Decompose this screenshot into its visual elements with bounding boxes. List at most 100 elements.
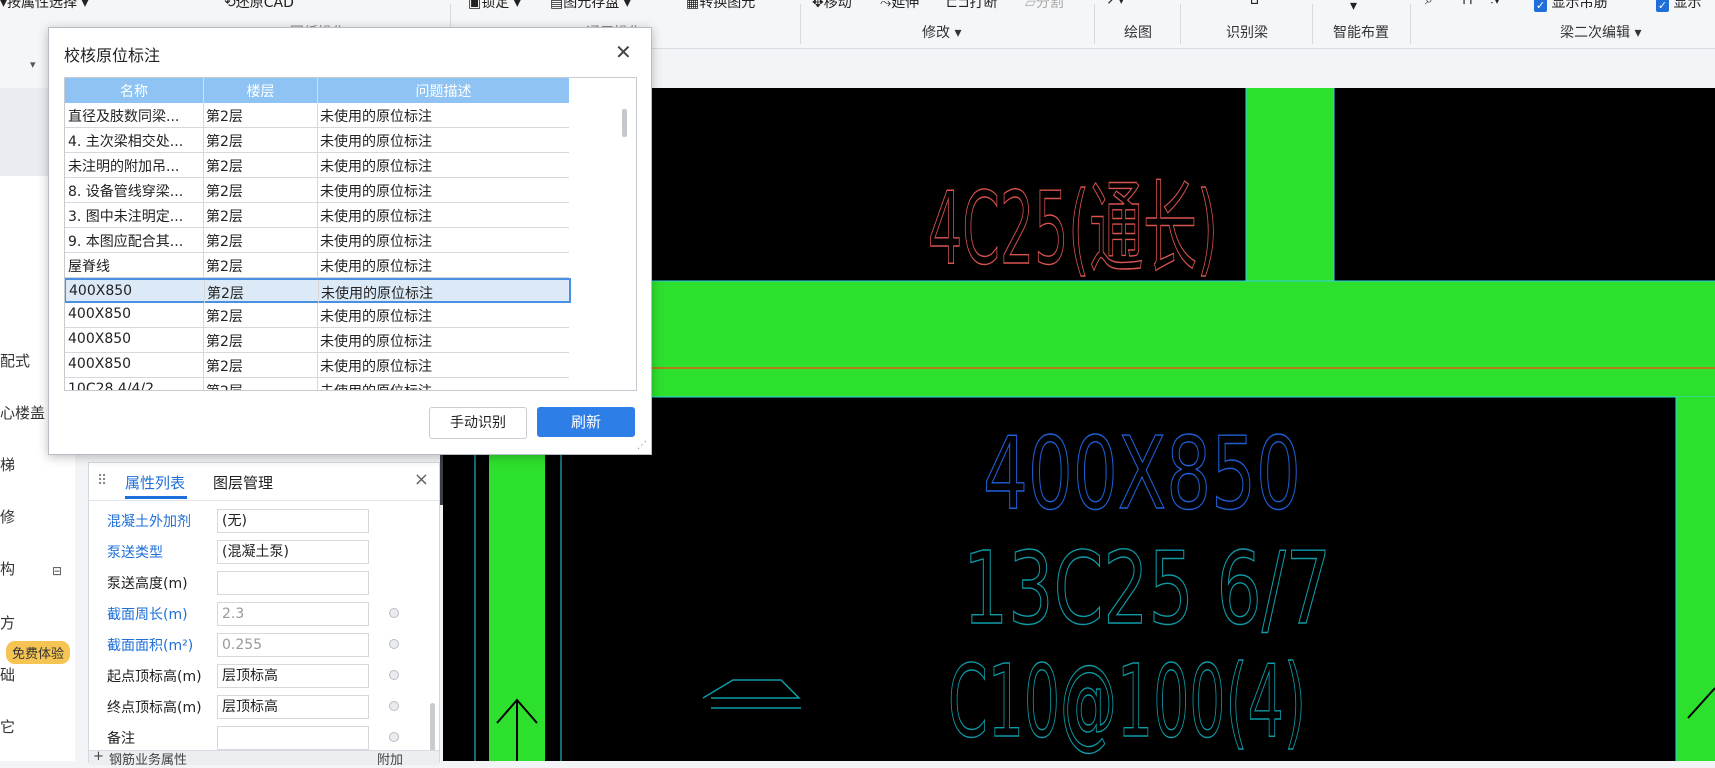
table-row[interactable]: 9. 本图应配合其... 第2层 未使用的原位标注 [65,228,569,253]
cell-name: 直径及肢数同梁... [68,109,180,125]
split-button[interactable]: ▱分割 [1025,0,1064,12]
show-hanger-checkbox[interactable]: ✓ 显示吊筋 [1534,0,1607,12]
show-checkbox[interactable]: ✓ 显示 [1656,0,1701,12]
chevron-down-icon: ▾ [513,0,521,11]
cell-name: 屋脊线 [68,259,110,275]
split-icon: ▱ [1025,0,1036,11]
table-row[interactable]: 400X850 第2层 未使用的原位标注 [65,303,569,328]
nav-item-3[interactable]: 梯 [0,454,15,475]
extend-button[interactable]: ⤳延伸 [880,0,919,12]
rebar-business-attr[interactable]: 钢筋业务属性 [109,749,187,768]
column-separator [317,378,318,390]
convert-element-button[interactable]: ▦转换图元 [686,0,755,12]
property-value-field[interactable]: 0.255 [217,633,369,657]
expand-icon[interactable]: + [93,749,104,764]
property-value-field[interactable]: 2.3 [217,602,369,626]
close-icon[interactable]: ✕ [615,40,632,64]
attachment-label: 附加 [377,753,404,768]
chevron-down-icon[interactable]: ▾ [30,58,36,71]
nav-item-5[interactable]: 构 [0,558,15,579]
move-button[interactable]: ✥移动 [812,0,852,12]
smart-layout-arrow[interactable]: ▾ [1350,0,1357,14]
cell-name: 8. 设备管线穿梁... [68,184,184,200]
column-header-issue[interactable]: 问题描述 [318,81,569,101]
nav-item-7[interactable]: 础 [0,664,15,685]
cell-issue: 未使用的原位标注 [320,234,432,250]
close-icon[interactable]: × [414,469,429,490]
property-label: 泵送类型 [107,545,163,561]
column-separator [203,303,204,327]
drag-handle-icon[interactable]: ⠿ [97,473,107,489]
cell-floor: 第2层 [206,109,243,125]
group-smart-layout[interactable]: 智能布置 [1333,22,1389,42]
lock-button[interactable]: ▣锁定 ▾ [468,0,521,12]
identify-beam-icon-button[interactable]: ⌂ [1250,0,1259,8]
beam-tool-icon-2[interactable]: ⊓ [1462,0,1473,8]
column-header-floor[interactable]: 楼层 [204,81,317,101]
property-value-field[interactable] [217,726,369,750]
property-footer: + 钢筋业务属性 附加 [89,749,439,768]
chevron-down-icon: ▾ [1350,0,1358,14]
table-row[interactable]: 400X850 第2层 未使用的原位标注 [65,278,571,304]
group-beam-secondary-edit: 梁二次编辑 ▾ [1560,25,1642,41]
nav-item-4[interactable]: 修 [0,506,15,527]
free-trial-badge[interactable]: 免费体验 [6,641,71,664]
tab-layer-management[interactable]: 图层管理 [213,472,273,493]
table-row[interactable]: 3. 图中未注明定... 第2层 未使用的原位标注 [65,203,569,228]
tab-property-list[interactable]: 属性列表 [125,472,185,493]
extend-icon: ⤳ [880,0,892,11]
cell-name: 400X850 [68,306,132,322]
draw-tool-button[interactable]: ↗▾ [1106,0,1125,8]
table-scrollbar[interactable] [622,109,627,137]
beam-tool-icon-3[interactable]: ⫶▾ [1490,0,1501,8]
nav-item-1[interactable]: 配式 [0,350,30,371]
table-row[interactable]: 未注明的附加吊... 第2层 未使用的原位标注 [65,153,569,178]
break-button[interactable]: ⊏⊐打断 [946,0,997,12]
nav-item-2[interactable]: 心楼盖 [0,402,45,423]
radio-icon[interactable] [389,701,399,711]
beam-tool-icon[interactable]: ⌕ [1425,0,1433,8]
property-label: 起点顶标高(m) [107,669,202,685]
restore-cad-button[interactable]: ⟲还原CAD [224,0,294,12]
table-row[interactable]: 400X850 第2层 未使用的原位标注 [65,328,569,353]
table-header: 名称 楼层 问题描述 [65,78,569,103]
cell-name: 400X850 [68,356,132,372]
table-row[interactable]: 10C28 4/4/2 第2层未使用的原位标注 [65,378,569,390]
cad-text-top-rebar[interactable]: 4C25(通长) [927,169,1218,287]
column-separator [203,378,204,390]
cell-name: 未注明的附加吊... [68,159,180,175]
radio-icon[interactable] [389,608,399,618]
nav-item-6[interactable]: 方 [0,612,15,633]
radio-icon[interactable] [389,732,399,742]
property-value-field[interactable]: 层顶标高 [217,664,369,688]
nav-item-8[interactable]: 它 [0,716,15,737]
manual-identify-button[interactable]: 手动识别 [429,407,527,439]
beam-vertical-top[interactable] [1246,88,1334,281]
property-value-field[interactable] [217,571,369,595]
beam-vertical-right[interactable] [1676,397,1715,761]
property-value-field[interactable]: 层顶标高 [217,695,369,719]
refresh-button[interactable]: 刷新 [537,407,635,437]
radio-icon[interactable] [389,670,399,680]
cad-text-size[interactable]: 400X850 [982,414,1301,532]
column-header-name[interactable]: 名称 [65,81,203,101]
select-by-attribute-button[interactable]: ▾按属性选择 ▾ [0,0,89,12]
table-row[interactable]: 8. 设备管线穿梁... 第2层 未使用的原位标注 [65,178,569,203]
resize-grip-icon[interactable]: ⋰ [637,440,647,451]
table-row[interactable]: 4. 主次梁相交处... 第2层 未使用的原位标注 [65,128,569,153]
property-row: 泵送类型 (混凝土泵) [89,537,439,568]
property-row: 起点顶标高(m) 层顶标高 [89,661,439,692]
cell-floor: 第2层 [206,234,243,250]
column-separator [203,253,204,277]
table-row[interactable]: 400X850 第2层 未使用的原位标注 [65,353,569,378]
cad-text-stirrup[interactable]: C10@100(4) [947,642,1306,760]
property-value-field[interactable]: (无) [217,509,369,533]
property-value-field[interactable]: (混凝土泵) [217,540,369,564]
radio-icon[interactable] [389,639,399,649]
table-row[interactable]: 屋脊线 第2层 未使用的原位标注 [65,253,569,278]
save-element-button[interactable]: ▤图元存盘 ▾ [550,0,631,12]
separator [1180,4,1181,44]
cad-text-bottom-rebar[interactable]: 13C25 6/7 [962,529,1331,647]
table-row[interactable]: 直径及肢数同梁... 第2层 未使用的原位标注 [65,103,569,128]
group-identify-beam[interactable]: 识别梁 [1226,22,1268,42]
